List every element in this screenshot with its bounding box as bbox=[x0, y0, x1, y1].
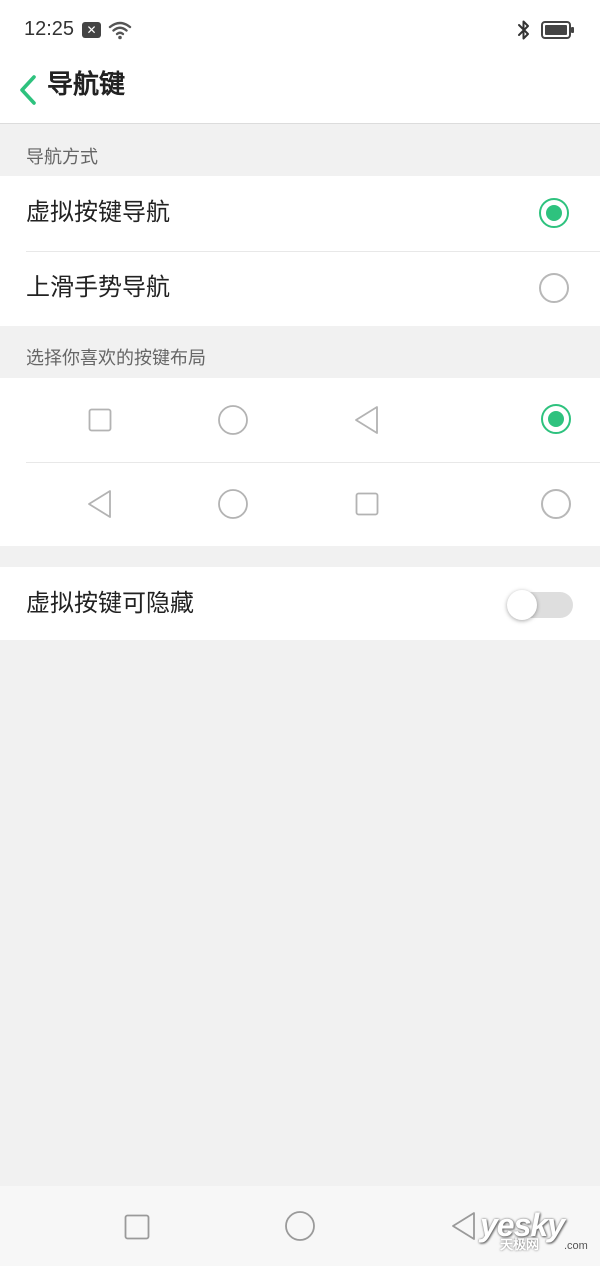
nav-option-label: 虚拟按键导航 bbox=[26, 198, 170, 226]
circle-icon bbox=[218, 489, 248, 519]
hide-keys-toggle[interactable] bbox=[507, 590, 573, 620]
close-box-icon: ✕ bbox=[82, 22, 101, 38]
button-layout-group bbox=[0, 378, 600, 546]
navigation-mode-group: 虚拟按键导航 上滑手势导航 bbox=[0, 176, 600, 326]
radio-selected[interactable] bbox=[539, 198, 569, 228]
triangle-back-icon bbox=[88, 490, 111, 518]
battery-icon bbox=[541, 21, 574, 39]
square-icon bbox=[355, 492, 379, 516]
watermark-sub: 天极网 bbox=[500, 1238, 540, 1253]
nav-option-label: 上滑手势导航 bbox=[26, 273, 170, 301]
radio-unselected[interactable] bbox=[539, 273, 569, 303]
bluetooth-icon bbox=[518, 20, 529, 40]
watermark: yesky 天极网 .com bbox=[470, 1208, 590, 1256]
nav-option-virtual-keys[interactable]: 虚拟按键导航 bbox=[0, 176, 600, 251]
toggle-knob bbox=[507, 590, 537, 620]
layout-option-2[interactable] bbox=[0, 462, 600, 546]
section-label-button-layout: 选择你喜欢的按键布局 bbox=[26, 348, 206, 369]
square-icon[interactable] bbox=[124, 1214, 150, 1240]
triangle-back-icon bbox=[355, 406, 378, 434]
status-time: 12:25 bbox=[24, 18, 75, 40]
nav-option-swipe-gesture[interactable]: 上滑手势导航 bbox=[0, 251, 600, 326]
watermark-suffix: .com bbox=[564, 1240, 588, 1252]
chevron-left-icon[interactable] bbox=[14, 67, 50, 113]
circle-icon[interactable] bbox=[284, 1210, 316, 1242]
page-title: 导航键 bbox=[47, 70, 126, 100]
hide-keys-label: 虚拟按键可隐藏 bbox=[26, 589, 194, 617]
square-icon bbox=[88, 408, 112, 432]
layout-option-1[interactable] bbox=[0, 378, 600, 462]
app-header: 导航键 bbox=[0, 60, 600, 124]
radio-selected[interactable] bbox=[541, 404, 571, 434]
circle-icon bbox=[218, 405, 248, 435]
status-bar: 12:25 ✕ bbox=[0, 0, 600, 60]
watermark-main: yesky bbox=[480, 1207, 565, 1243]
wifi-icon bbox=[108, 21, 132, 40]
section-label-navigation-mode: 导航方式 bbox=[26, 147, 98, 168]
radio-unselected[interactable] bbox=[541, 489, 571, 519]
